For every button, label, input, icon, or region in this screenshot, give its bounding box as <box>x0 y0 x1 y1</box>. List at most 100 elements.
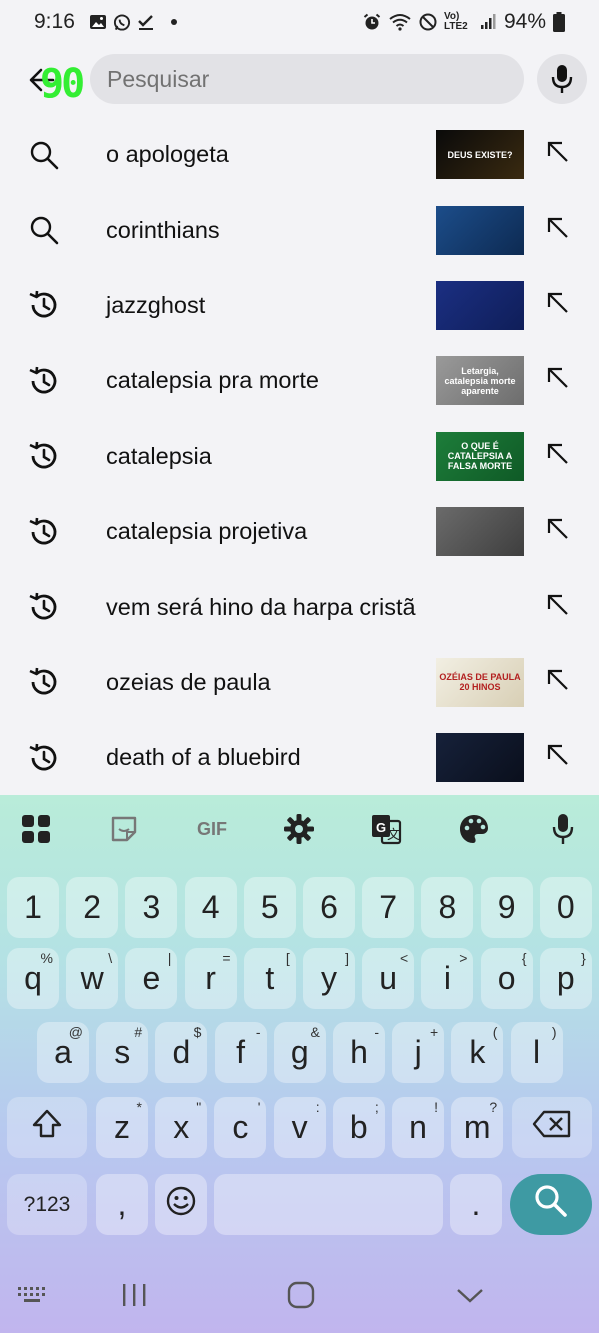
key-p[interactable]: p} <box>539 948 592 1009</box>
key-r[interactable]: r = <box>184 948 237 1009</box>
volte-label: Vo) LTE2 <box>443 11 468 32</box>
comma-key[interactable]: , <box>96 1174 148 1235</box>
fill-query-button[interactable] <box>541 364 575 398</box>
key-9[interactable]: 9 <box>480 877 533 938</box>
key-3[interactable]: 3 <box>125 877 178 938</box>
key-label: f <box>236 1034 246 1070</box>
key-4[interactable]: 4 <box>184 877 237 938</box>
back-nav-button[interactable] <box>450 1279 490 1311</box>
key-label: h <box>350 1034 368 1070</box>
search-box[interactable] <box>90 54 524 104</box>
key-0[interactable]: 0 <box>539 877 592 938</box>
status-bar: 9:16 Vo) LTE2 94% <box>0 0 599 44</box>
key-hint: ; <box>374 1099 379 1115</box>
suggestion-item[interactable]: o apologeta DEUS EXISTE? <box>0 117 599 192</box>
key-hint: ( <box>492 1024 498 1040</box>
gif-button[interactable]: GIF <box>190 809 234 849</box>
voice-search-button[interactable] <box>537 54 587 104</box>
key-y[interactable]: y] <box>303 948 355 1009</box>
key-g[interactable]: g & <box>273 1022 326 1083</box>
key-q[interactable]: q% <box>7 948 59 1009</box>
key-6[interactable]: 6 <box>303 877 355 938</box>
suggestion-item[interactable]: death of a bluebird <box>0 720 599 795</box>
arrow-up-left-icon <box>545 139 571 170</box>
keyboard-hide-button[interactable] <box>12 1279 52 1311</box>
emoji-key[interactable] <box>155 1174 207 1235</box>
recent-apps-button[interactable] <box>114 1279 154 1311</box>
search-icon <box>26 212 62 248</box>
key-7[interactable]: 7 <box>362 877 415 938</box>
fill-query-button[interactable] <box>541 590 575 624</box>
fill-query-button[interactable] <box>541 288 575 322</box>
key-c[interactable]: c ' <box>214 1097 267 1158</box>
key-hint: $ <box>193 1024 202 1040</box>
apps-grid-button[interactable] <box>16 809 56 849</box>
key-hint: & <box>310 1024 320 1040</box>
key-label: 3 <box>142 889 161 925</box>
fill-query-button[interactable] <box>541 213 575 247</box>
key-z[interactable]: z * <box>96 1097 148 1158</box>
shift-key[interactable] <box>7 1097 87 1158</box>
thumbnail <box>436 205 524 255</box>
suggestion-item[interactable]: corinthians <box>0 192 599 267</box>
key-5[interactable]: 5 <box>243 877 296 938</box>
fill-query-button[interactable] <box>541 138 575 172</box>
keyboard-toolbar: GIF G文 <box>0 795 599 863</box>
battery-icon <box>553 12 565 32</box>
key-a[interactable]: a @ <box>37 1022 89 1083</box>
suggestion-item[interactable]: catalepsia O QUE É CATALEPSIA A FALSA MOR… <box>0 419 599 494</box>
key-label: n <box>409 1109 427 1145</box>
backspace-key[interactable] <box>512 1097 592 1158</box>
key-d[interactable]: d $ <box>155 1022 208 1083</box>
keyboard-voice-button[interactable] <box>543 809 583 849</box>
key-e[interactable]: e | <box>125 948 178 1009</box>
key-w[interactable]: w \ <box>66 948 119 1009</box>
key-m[interactable]: m? <box>451 1097 504 1158</box>
symbols-key[interactable]: ?123 <box>7 1174 87 1235</box>
arrow-up-left-icon <box>545 290 571 321</box>
key-n[interactable]: n! <box>392 1097 444 1158</box>
key-2[interactable]: 2 <box>66 877 119 938</box>
thumbnail: Letargia, catalepsia morte aparente <box>436 356 524 406</box>
key-k[interactable]: k( <box>451 1022 504 1083</box>
space-key[interactable] <box>214 1174 443 1235</box>
fill-query-button[interactable] <box>541 665 575 699</box>
suggestion-item[interactable]: vem será hino da harpa cristã <box>0 569 599 644</box>
suggestion-item[interactable]: catalepsia projetiva <box>0 494 599 569</box>
key-v[interactable]: v: <box>273 1097 326 1158</box>
home-button[interactable] <box>281 1279 321 1311</box>
key-u[interactable]: u < <box>362 948 415 1009</box>
period-key[interactable]: . <box>450 1174 502 1235</box>
fill-query-button[interactable] <box>541 741 575 775</box>
chevron-down-icon <box>457 1289 483 1303</box>
key-h[interactable]: h- <box>333 1022 385 1083</box>
key-f[interactable]: f- <box>214 1022 267 1083</box>
theme-button[interactable] <box>454 809 494 849</box>
key-1[interactable]: 1 <box>7 877 59 938</box>
key-s[interactable]: s # <box>96 1022 149 1083</box>
search-input[interactable] <box>107 65 524 93</box>
key-b[interactable]: b; <box>332 1097 385 1158</box>
suggestion-item[interactable]: jazzghost <box>0 268 599 343</box>
suggestion-item[interactable]: catalepsia pra morte Letargia, catalepsia… <box>0 343 599 418</box>
key-label: k <box>469 1034 486 1070</box>
settings-button[interactable] <box>279 809 319 849</box>
suggestion-label: o apologeta <box>106 141 229 168</box>
key-label: m <box>463 1109 491 1145</box>
key-label: 5 <box>260 889 279 925</box>
key-o[interactable]: o{ <box>480 948 533 1009</box>
key-j[interactable]: j + <box>392 1022 445 1083</box>
fill-query-button[interactable] <box>541 439 575 473</box>
key-8[interactable]: 8 <box>421 877 474 938</box>
key-t[interactable]: t[ <box>243 948 296 1009</box>
key-l[interactable]: l) <box>510 1022 563 1083</box>
suggestion-item[interactable]: ozeias de paula OZÉIAS DE PAULA 20 HINOS <box>0 645 599 720</box>
fill-query-button[interactable] <box>541 515 575 549</box>
arrow-up-left-icon <box>545 365 571 396</box>
sticker-button[interactable] <box>104 809 144 849</box>
key-x[interactable]: x " <box>155 1097 208 1158</box>
translate-button[interactable]: G文 <box>366 809 406 849</box>
search-action-key[interactable] <box>510 1174 592 1235</box>
key-label: 9 <box>497 889 516 925</box>
key-i[interactable]: i > <box>421 948 474 1009</box>
